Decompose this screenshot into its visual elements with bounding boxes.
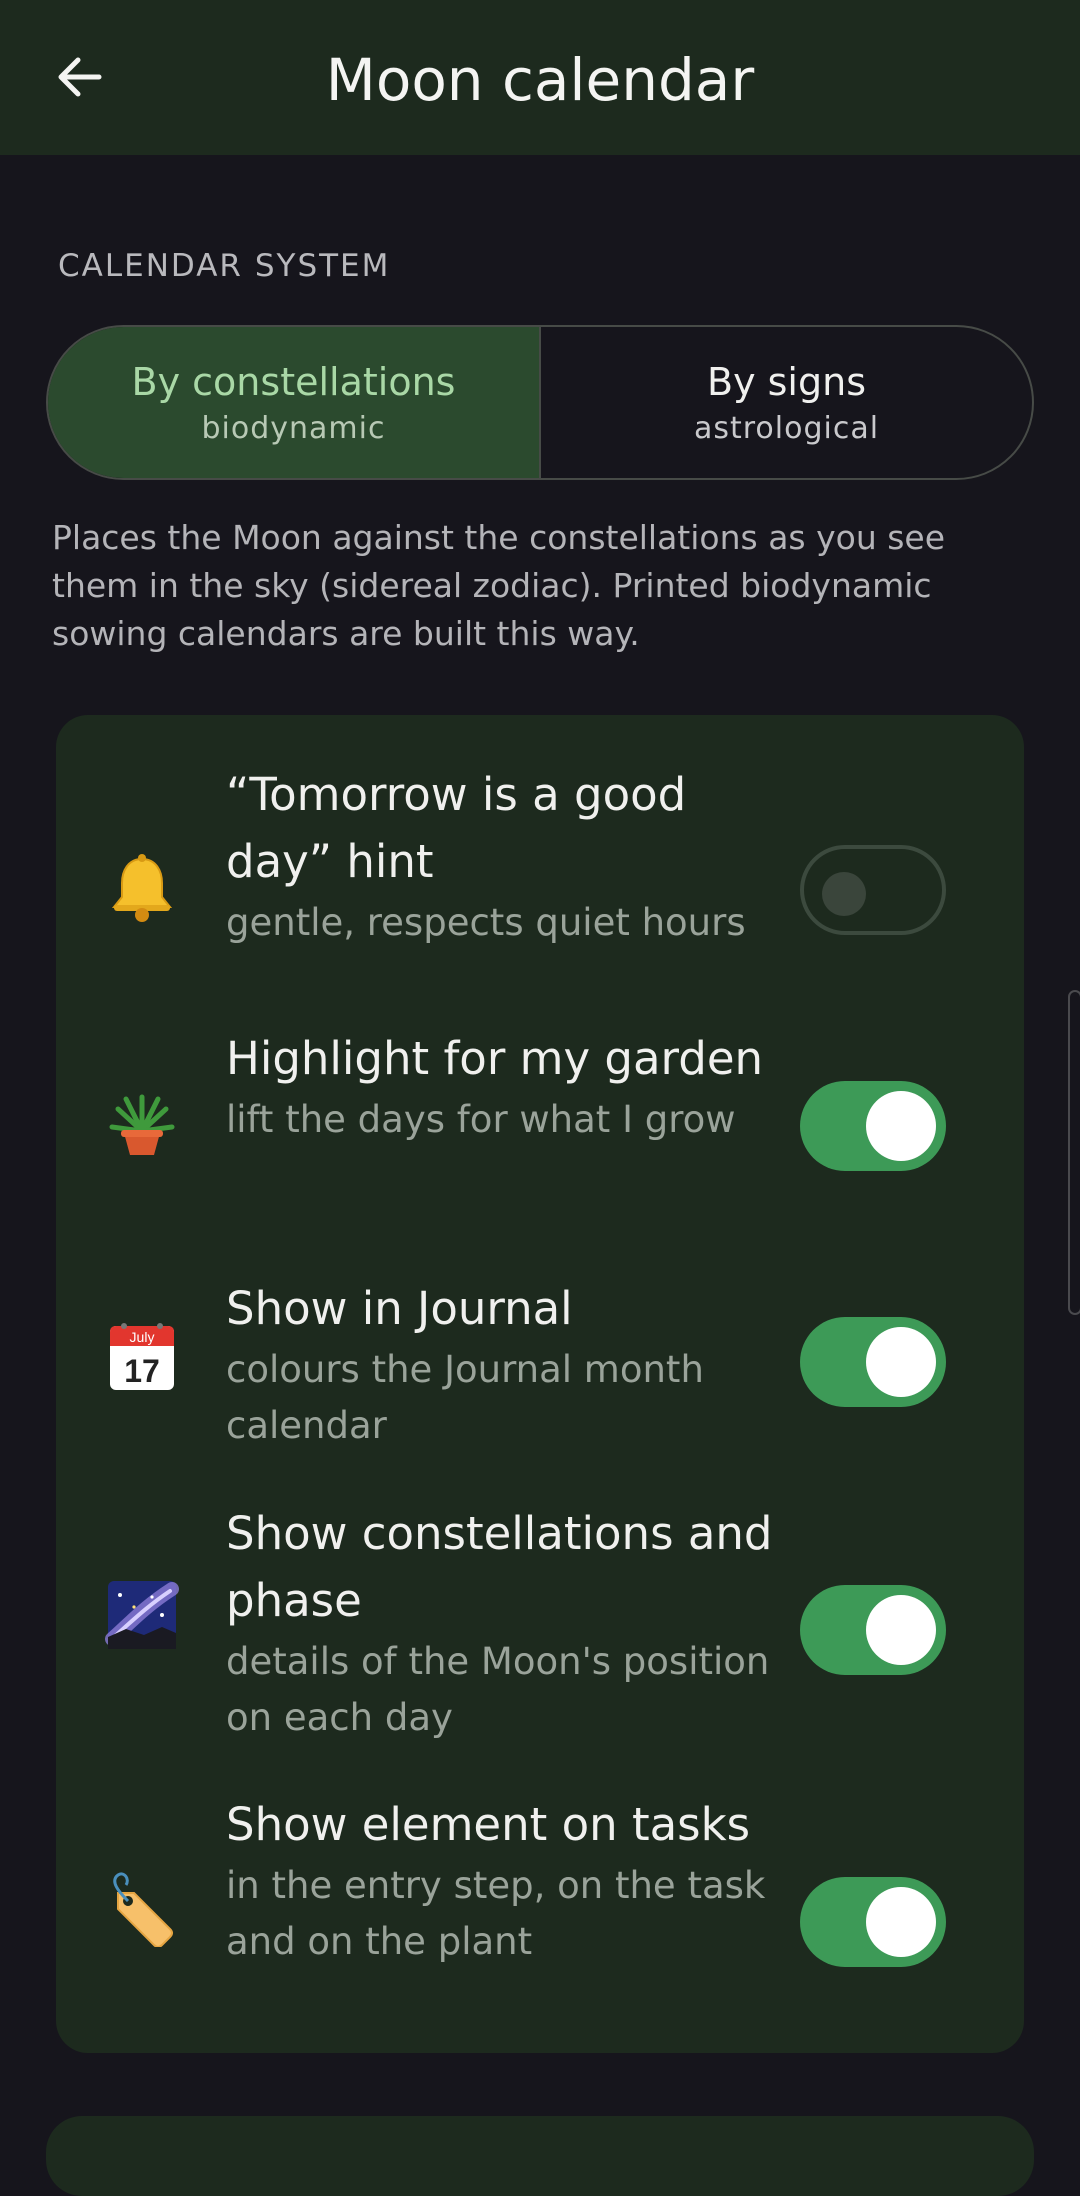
toggle-good-day-hint[interactable] (800, 845, 946, 935)
toggle-knob (822, 872, 866, 916)
setting-row-constellations-phase[interactable]: Show constellations and phase details of… (56, 1500, 1024, 1739)
segment-by-constellations[interactable]: By constellations biodynamic (48, 327, 539, 478)
setting-subtitle: gentle, respects quiet hours (226, 901, 746, 944)
setting-subtitle: in the entry step, on the task and on th… (226, 1864, 766, 1963)
setting-title: “Tomorrow is a good day” hint (226, 768, 687, 888)
setting-subtitle: lift the days for what I grow (226, 1098, 736, 1141)
segment-subtitle: biodynamic (201, 410, 386, 446)
setting-texts: Highlight for my garden lift the days fo… (226, 1025, 806, 1148)
toggle-knob (866, 1327, 936, 1397)
setting-subtitle: details of the Moon's position on each d… (226, 1640, 770, 1739)
setting-title: Highlight for my garden (226, 1032, 764, 1085)
calendar-icon-day: 17 (124, 1353, 160, 1389)
bell-icon (104, 851, 180, 927)
setting-title: Show element on tasks (226, 1798, 751, 1851)
toggle-element-on-tasks[interactable] (800, 1877, 946, 1967)
setting-title: Show in Journal (226, 1282, 573, 1335)
segment-subtitle: astrological (693, 410, 880, 446)
setting-row-show-in-journal[interactable]: July 17 Show in Journal colours the Jour… (56, 1275, 1024, 1465)
next-section-card (46, 2116, 1034, 2196)
moon-settings-card: “Tomorrow is a good day” hint gentle, re… (56, 715, 1024, 2053)
page-title: Moon calendar (325, 46, 755, 114)
milky-way-icon (104, 1577, 180, 1653)
toggle-knob (866, 1887, 936, 1957)
calendar-icon: July 17 (104, 1318, 180, 1394)
scrollbar[interactable] (1068, 990, 1080, 1315)
toggle-garden-highlight[interactable] (800, 1081, 946, 1171)
segment-by-signs[interactable]: By signs astrological (539, 327, 1032, 478)
setting-title: Show constellations and phase (226, 1507, 773, 1627)
calendar-icon-month: July (130, 1329, 155, 1345)
setting-row-garden-highlight[interactable]: Highlight for my garden lift the days fo… (56, 1025, 1024, 1225)
segment-title: By constellations (131, 359, 456, 404)
potted-plant-icon (104, 1087, 180, 1163)
setting-texts: Show element on tasks in the entry step,… (226, 1791, 806, 1970)
setting-row-good-day-hint[interactable]: “Tomorrow is a good day” hint gentle, re… (56, 743, 1024, 973)
setting-row-element-on-tasks[interactable]: Show element on tasks in the entry step,… (56, 1791, 1024, 2021)
segment-title: By signs (707, 359, 866, 404)
toggle-knob (866, 1595, 936, 1665)
toggle-constellations-phase[interactable] (800, 1585, 946, 1675)
setting-texts: “Tomorrow is a good day” hint gentle, re… (226, 761, 806, 951)
toggle-knob (866, 1091, 936, 1161)
setting-subtitle: colours the Journal month calendar (226, 1348, 704, 1447)
setting-texts: Show in Journal colours the Journal mont… (226, 1275, 806, 1454)
calendar-system-segmented-control: By constellations biodynamic By signs as… (46, 325, 1034, 480)
setting-texts: Show constellations and phase details of… (226, 1500, 806, 1746)
tag-icon (104, 1871, 180, 1948)
toggle-show-in-journal[interactable] (800, 1317, 946, 1407)
top-app-bar: Moon calendar (0, 0, 1080, 155)
calendar-system-description: Places the Moon against the constellatio… (52, 518, 946, 653)
section-label-calendar-system: CALENDAR SYSTEM (58, 248, 391, 284)
